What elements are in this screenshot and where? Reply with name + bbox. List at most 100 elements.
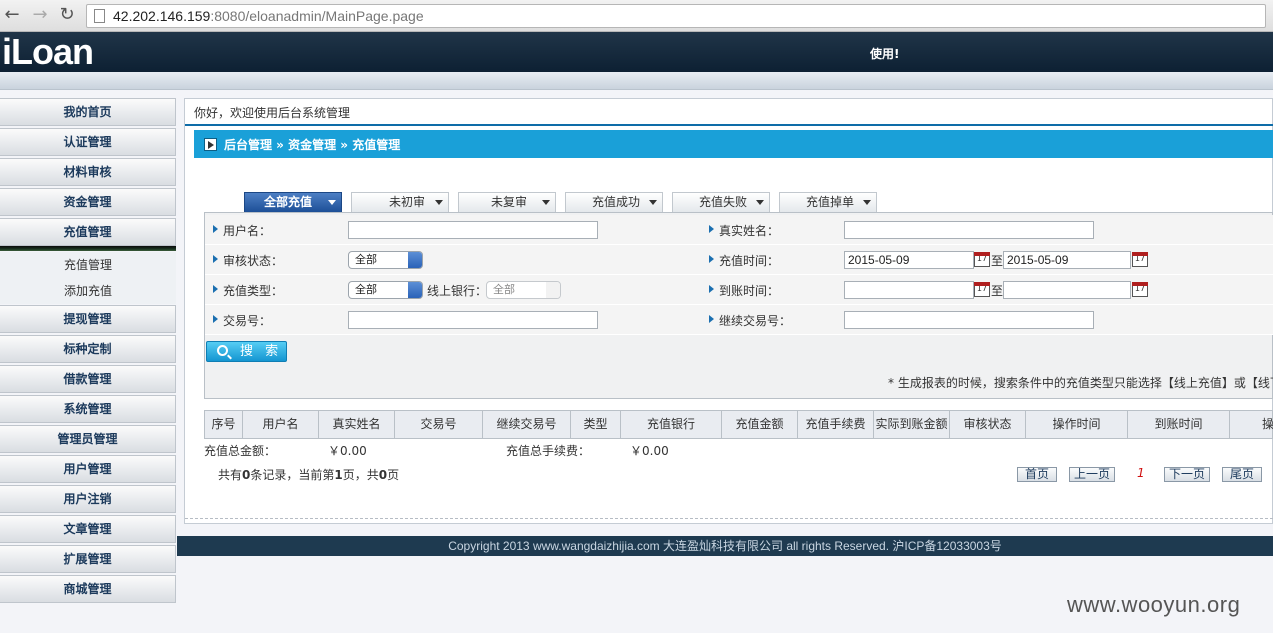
- sidebar-subitem-recharge-manage[interactable]: 充值管理: [0, 252, 176, 278]
- sidebar-item-funds[interactable]: 资金管理: [0, 188, 176, 216]
- forward-icon[interactable]: →: [30, 5, 50, 25]
- tab-label: 充值失败: [698, 195, 747, 209]
- tab-label: 未初审: [388, 195, 425, 209]
- tab-first-review[interactable]: 未初审: [351, 192, 449, 212]
- select-arrows-icon: [408, 282, 422, 298]
- chevron-down-icon: [435, 200, 443, 205]
- table-header: 序号 用户名 真实姓名 交易号 继续交易号 类型 充值银行 充值金额 充值手续费…: [204, 410, 1273, 439]
- select-arrows-icon: [408, 252, 422, 268]
- tab-label: 全部充值: [263, 195, 312, 209]
- sidebar-item-mall[interactable]: 商城管理: [0, 575, 176, 603]
- sidebar-divider: [0, 246, 176, 251]
- sidebar-item-borrow[interactable]: 借款管理: [0, 365, 176, 393]
- play-icon: [204, 138, 217, 151]
- header-strip: [0, 72, 1273, 90]
- column-header: 充值金额: [722, 411, 798, 438]
- chevron-down-icon: [328, 200, 336, 205]
- breadcrumb-text: 后台管理 » 资金管理 » 充值管理: [224, 138, 401, 152]
- status-label: 审核状态：: [212, 254, 284, 268]
- continue-tx-label: 继续交易号：: [708, 314, 792, 328]
- divider: [185, 518, 1273, 519]
- to-label: 至: [991, 284, 1004, 298]
- chevron-down-icon: [863, 200, 871, 205]
- to-label: 至: [991, 254, 1004, 268]
- arrive-time-label: 到账时间：: [708, 284, 780, 298]
- status-select[interactable]: 全部: [348, 251, 423, 269]
- column-header: 到账时间: [1128, 411, 1230, 438]
- recharge-time-from-input[interactable]: 2015-05-09: [844, 251, 974, 269]
- sidebar-item-extensions[interactable]: 扩展管理: [0, 545, 176, 573]
- tab-success[interactable]: 充值成功: [565, 192, 663, 212]
- recharge-time-label: 充值时间：: [708, 254, 780, 268]
- username-input[interactable]: [348, 221, 598, 239]
- column-header: 操作时间: [1026, 411, 1128, 438]
- welcome-text: 你好，欢迎使用后台系统管理: [194, 106, 351, 120]
- next-page-button[interactable]: 下一页: [1164, 467, 1210, 482]
- calendar-icon[interactable]: 17: [1132, 282, 1148, 297]
- back-icon[interactable]: ←: [2, 5, 22, 25]
- tx-label: 交易号：: [212, 314, 272, 328]
- sidebar-item-system[interactable]: 系统管理: [0, 395, 176, 423]
- realname-label: 真实姓名：: [708, 224, 780, 238]
- page: ← → ↻ 42.202.146.159:8080/eloanadmin/Mai…: [0, 0, 1273, 633]
- select-arrows-icon: [546, 282, 560, 298]
- tab-label: 充值掉单: [805, 195, 854, 209]
- tab-second-review[interactable]: 未复审: [458, 192, 556, 212]
- current-page[interactable]: 1: [1137, 466, 1145, 480]
- calendar-icon[interactable]: 17: [1132, 252, 1148, 267]
- last-page-button[interactable]: 尾页: [1222, 467, 1262, 482]
- column-header: 审核状态: [950, 411, 1026, 438]
- column-header: 交易号: [395, 411, 483, 438]
- sidebar-item-auth[interactable]: 认证管理: [0, 128, 176, 156]
- column-header: 序号: [205, 411, 243, 438]
- reload-icon[interactable]: ↻: [57, 5, 77, 25]
- sidebar-item-admins[interactable]: 管理员管理: [0, 425, 176, 453]
- column-header: 实际到账金额: [874, 411, 950, 438]
- tab-dropped[interactable]: 充值掉单: [779, 192, 877, 212]
- page-icon: [94, 9, 105, 23]
- address-text: 42.202.146.159:8080/eloanadmin/MainPage.…: [113, 8, 424, 24]
- sidebar-item-users[interactable]: 用户管理: [0, 455, 176, 483]
- sidebar-item-home[interactable]: 我的首页: [0, 98, 176, 126]
- sidebar-item-recharge[interactable]: 充值管理: [0, 218, 176, 246]
- first-page-button[interactable]: 首页: [1017, 467, 1057, 482]
- calendar-icon[interactable]: 17: [974, 282, 990, 297]
- arrive-time-from-input[interactable]: [844, 281, 974, 299]
- sidebar-item-material[interactable]: 材料审核: [0, 158, 176, 186]
- calendar-icon[interactable]: 17: [974, 252, 990, 267]
- sidebar-item-articles[interactable]: 文章管理: [0, 515, 176, 543]
- column-header: 充值银行: [621, 411, 722, 438]
- chevron-down-icon: [649, 200, 657, 205]
- online-bank-value: 全部: [493, 283, 515, 296]
- search-button[interactable]: 搜 索: [206, 341, 287, 362]
- tab-failed[interactable]: 充值失败: [672, 192, 770, 212]
- recharge-time-to-input[interactable]: 2015-05-09: [1003, 251, 1131, 269]
- app-header: [0, 32, 1273, 72]
- sidebar-item-user-cancel[interactable]: 用户注销: [0, 485, 176, 513]
- tab-all-recharge[interactable]: 全部充值: [244, 192, 342, 212]
- chevron-down-icon: [756, 200, 764, 205]
- online-bank-select[interactable]: 全部: [486, 281, 561, 299]
- divider: [185, 124, 1273, 126]
- breadcrumb: 后台管理 » 资金管理 » 充值管理: [194, 130, 1273, 158]
- chevron-down-icon: [542, 200, 550, 205]
- realname-input[interactable]: [844, 221, 1094, 239]
- sidebar-subitem-add-recharge[interactable]: 添加充值: [0, 278, 176, 304]
- column-header: 真实姓名: [319, 411, 395, 438]
- address-bar[interactable]: 42.202.146.159:8080/eloanadmin/MainPage.…: [86, 4, 1266, 28]
- prev-page-button[interactable]: 上一页: [1069, 467, 1115, 482]
- recharge-type-value: 全部: [355, 283, 377, 296]
- arrive-time-to-input[interactable]: [1003, 281, 1131, 299]
- sidebar-item-loan-type[interactable]: 标种定制: [0, 335, 176, 363]
- sidebar-item-withdraw[interactable]: 提现管理: [0, 305, 176, 333]
- recharge-type-label: 充值类型：: [212, 284, 284, 298]
- continue-tx-input[interactable]: [844, 311, 1094, 329]
- online-bank-label: 线上银行：: [427, 284, 488, 298]
- total-fee-value: ￥0.00: [630, 444, 669, 458]
- tx-input[interactable]: [348, 311, 598, 329]
- tab-label: 充值成功: [591, 195, 640, 209]
- recharge-type-select[interactable]: 全部: [348, 281, 423, 299]
- total-fee-label: 充值总手续费：: [506, 444, 591, 458]
- column-header: 类型: [571, 411, 621, 438]
- column-header: 充值手续费: [798, 411, 874, 438]
